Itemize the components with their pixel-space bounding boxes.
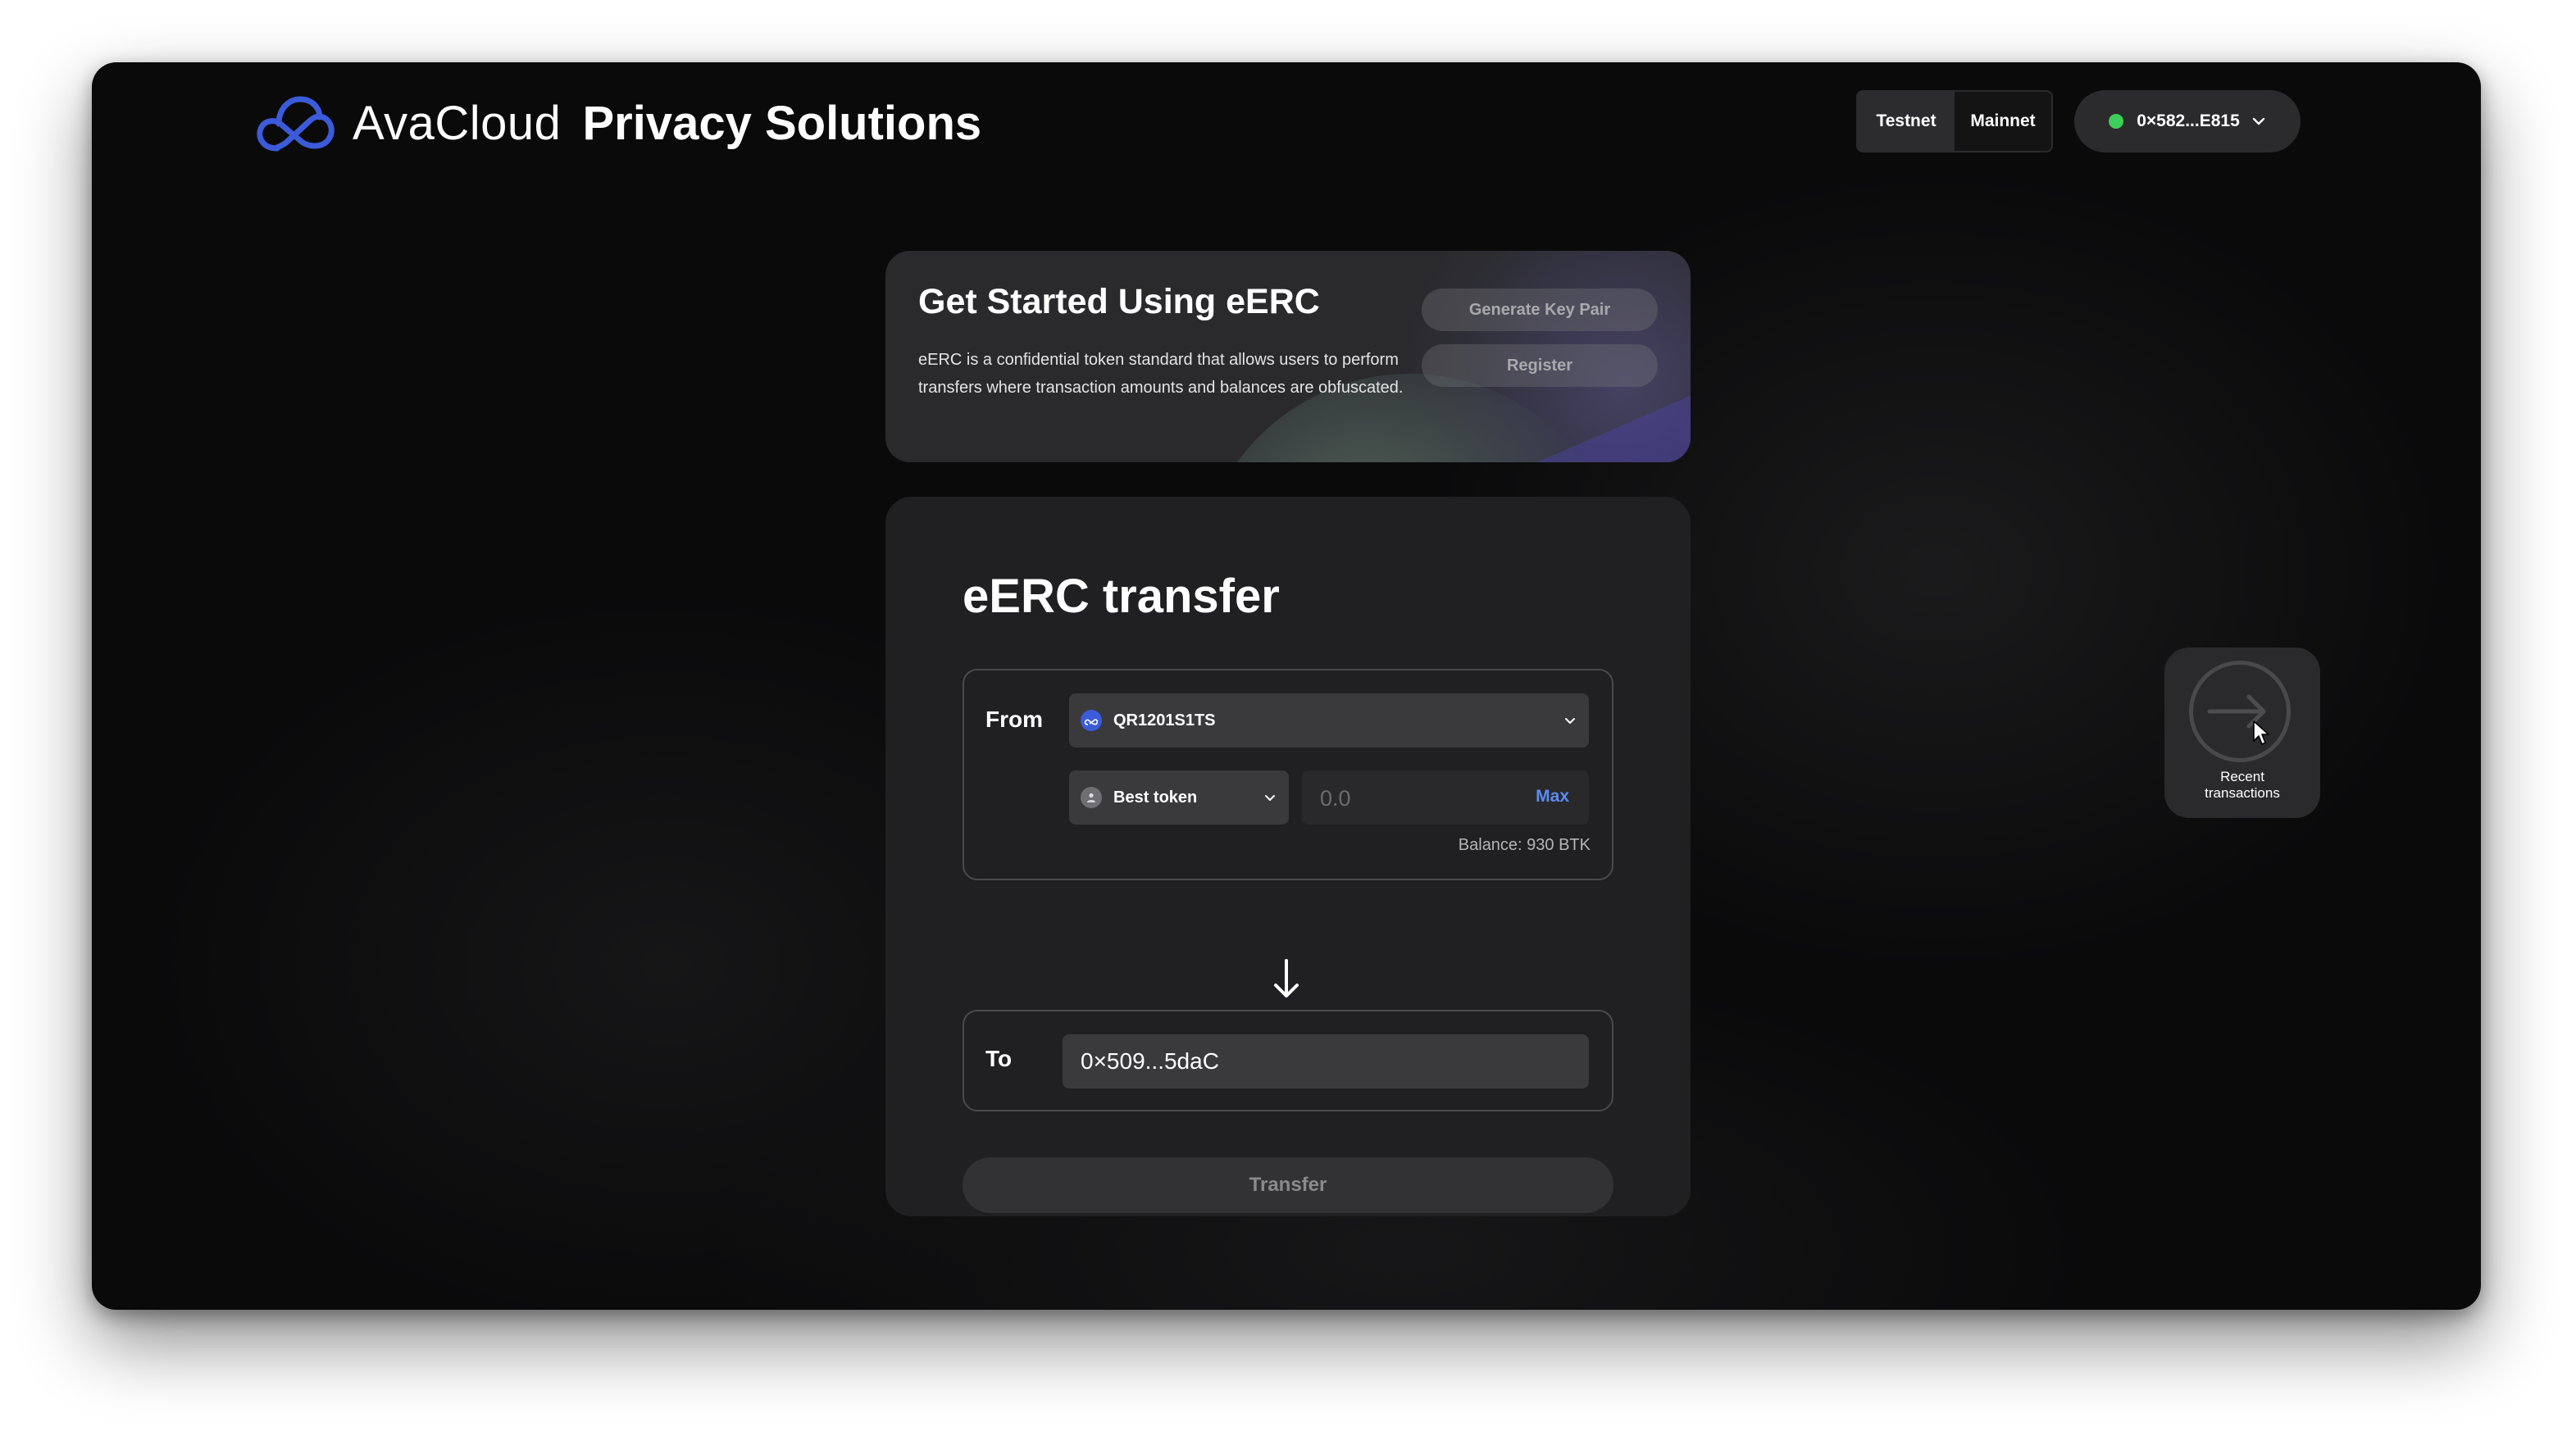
- arrow-down-icon: [1274, 959, 1299, 997]
- transfer-card: eERC transfer From QR1201S1TS Best token…: [885, 497, 1691, 1216]
- app-window: AvaCloud Privacy Solutions Testnet Mainn…: [92, 62, 2481, 1310]
- recent-label-line2: transactions: [2205, 785, 2280, 801]
- wallet-account-button[interactable]: 0×582...E815: [2074, 90, 2301, 152]
- transfer-button[interactable]: Transfer: [963, 1157, 1613, 1213]
- wallet-address: 0×582...E815: [2137, 111, 2240, 130]
- to-address-field: [1063, 1034, 1589, 1088]
- recent-transactions-label: Recent transactions: [2164, 769, 2320, 802]
- balance-text: Balance: 930 BTK: [1458, 836, 1591, 854]
- to-section: To: [963, 1010, 1613, 1111]
- register-button[interactable]: Register: [1422, 344, 1658, 387]
- recent-transactions-button[interactable]: Recent transactions: [2164, 648, 2320, 818]
- mouse-cursor-icon: [2253, 720, 2269, 745]
- recent-transactions-circle: [2189, 661, 2291, 762]
- get-started-card: Get Started Using eERC eERC is a confide…: [885, 251, 1691, 462]
- get-started-title: Get Started Using eERC: [918, 282, 1320, 321]
- account-icon: [1081, 710, 1102, 731]
- get-started-description: eERC is a confidential token standard th…: [918, 351, 1404, 397]
- to-address-input[interactable]: [1063, 1034, 1589, 1088]
- network-option-testnet[interactable]: Testnet: [1858, 92, 1955, 151]
- brand-subtitle: Privacy Solutions: [582, 96, 982, 150]
- generate-key-pair-button[interactable]: Generate Key Pair: [1422, 289, 1658, 331]
- from-label: From: [985, 707, 1043, 732]
- chevron-down-icon: [2252, 117, 2264, 125]
- brand-name: AvaCloud: [353, 96, 562, 150]
- from-account-select[interactable]: QR1201S1TS: [1069, 693, 1589, 748]
- max-button[interactable]: Max: [1536, 787, 1569, 807]
- token-icon: [1081, 787, 1102, 808]
- cloud-logo-icon: [257, 96, 335, 152]
- token-name: Best token: [1113, 788, 1198, 807]
- network-toggle: Testnet Mainnet: [1856, 90, 2053, 152]
- network-option-mainnet[interactable]: Mainnet: [1955, 92, 2051, 151]
- amount-input[interactable]: [1302, 770, 1535, 826]
- chevron-down-icon: [1565, 718, 1575, 724]
- transfer-title: eERC transfer: [963, 570, 1280, 623]
- account-name: QR1201S1TS: [1113, 711, 1216, 729]
- connected-status-icon: [2109, 114, 2124, 129]
- to-label: To: [985, 1046, 1013, 1071]
- from-section: From QR1201S1TS Best token 0.0 Max Balan…: [963, 669, 1613, 880]
- chevron-down-icon: [1265, 795, 1275, 801]
- recent-label-line1: Recent: [2220, 769, 2264, 784]
- amount-field: Max: [1302, 770, 1589, 826]
- brand-logo[interactable]: AvaCloud Privacy Solutions: [254, 89, 981, 157]
- token-select[interactable]: Best token: [1069, 770, 1289, 825]
